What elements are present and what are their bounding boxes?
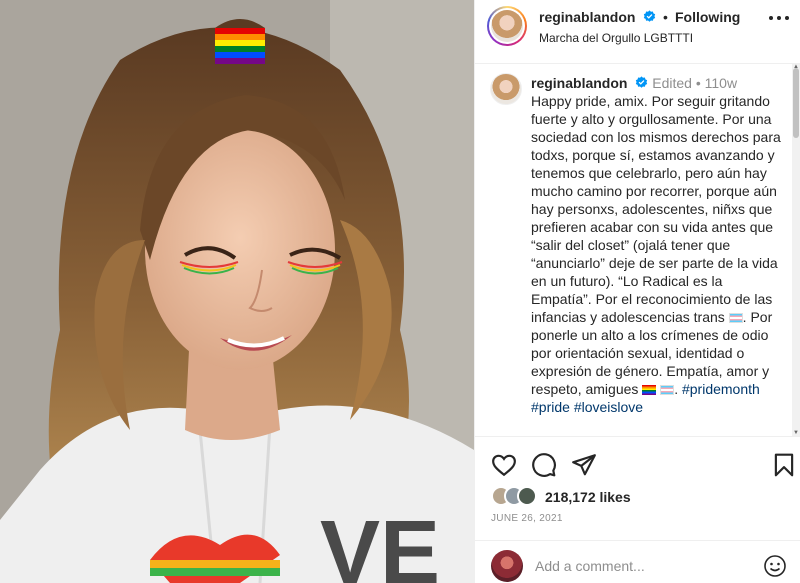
send-icon[interactable] bbox=[571, 452, 597, 478]
caption-text: Happy pride, amix. Por seguir gritando f… bbox=[531, 93, 781, 415]
likes-count[interactable]: 218,172 likes bbox=[545, 489, 631, 505]
comment-icon[interactable] bbox=[531, 452, 557, 478]
post-location[interactable]: Marcha del Orgullo LGBTTTI bbox=[539, 31, 693, 45]
header-separator: • bbox=[663, 9, 668, 25]
author-username[interactable]: reginablandon bbox=[539, 9, 656, 25]
post-actions: 218,172 likes JUNE 26, 2021 bbox=[475, 436, 800, 556]
hashtag-loveislove[interactable]: #loveislove bbox=[574, 399, 643, 415]
author-username-text[interactable]: reginablandon bbox=[539, 9, 635, 25]
following-button[interactable]: Following bbox=[675, 9, 740, 25]
caption-text-part-1: Happy pride, amix. Por seguir gritando f… bbox=[531, 93, 781, 325]
post-photo-illustration: VE bbox=[0, 0, 474, 583]
caption-edited-label: Edited bbox=[652, 75, 692, 91]
caption-age[interactable]: 110w bbox=[705, 75, 737, 91]
verified-badge-icon bbox=[636, 76, 648, 88]
post-date[interactable]: JUNE 26, 2021 bbox=[491, 513, 563, 524]
caption-meta-separator: • bbox=[695, 75, 701, 91]
transgender-flag-icon bbox=[660, 385, 675, 395]
comments-section: reginablandon Edited • 110w Happy pride,… bbox=[475, 64, 800, 436]
emoji-icon[interactable] bbox=[763, 554, 787, 578]
scrollbar-thumb[interactable] bbox=[793, 68, 799, 138]
post-header: reginablandon • Following Marcha del Org… bbox=[475, 0, 800, 64]
heart-icon[interactable] bbox=[491, 452, 517, 478]
verified-badge-icon bbox=[644, 10, 656, 22]
comment-input[interactable] bbox=[535, 555, 755, 577]
rainbow-flag-icon bbox=[642, 385, 657, 395]
add-comment-bar bbox=[475, 540, 800, 583]
caption-author-avatar[interactable] bbox=[490, 73, 522, 105]
hashtag-pridemonth[interactable]: #pridemonth bbox=[682, 381, 760, 397]
liker-avatar[interactable] bbox=[517, 486, 537, 506]
transgender-flag-icon bbox=[728, 313, 743, 323]
rainbow-hair-tie bbox=[215, 28, 265, 64]
author-avatar[interactable] bbox=[487, 6, 527, 46]
caption: reginablandon Edited • 110w Happy pride,… bbox=[531, 74, 781, 416]
hashtag-pride[interactable]: #pride bbox=[531, 399, 570, 415]
post-photo: VE bbox=[0, 0, 474, 583]
bookmark-icon[interactable] bbox=[771, 452, 797, 478]
more-options-icon[interactable] bbox=[769, 16, 789, 22]
post-detail-panel: reginablandon • Following Marcha del Org… bbox=[474, 0, 800, 583]
comments-scrollbar[interactable]: ▲ ▼ bbox=[792, 64, 800, 436]
svg-text:VE: VE bbox=[320, 503, 440, 583]
caption-username[interactable]: reginablandon bbox=[531, 75, 627, 91]
current-user-avatar[interactable] bbox=[491, 550, 523, 582]
